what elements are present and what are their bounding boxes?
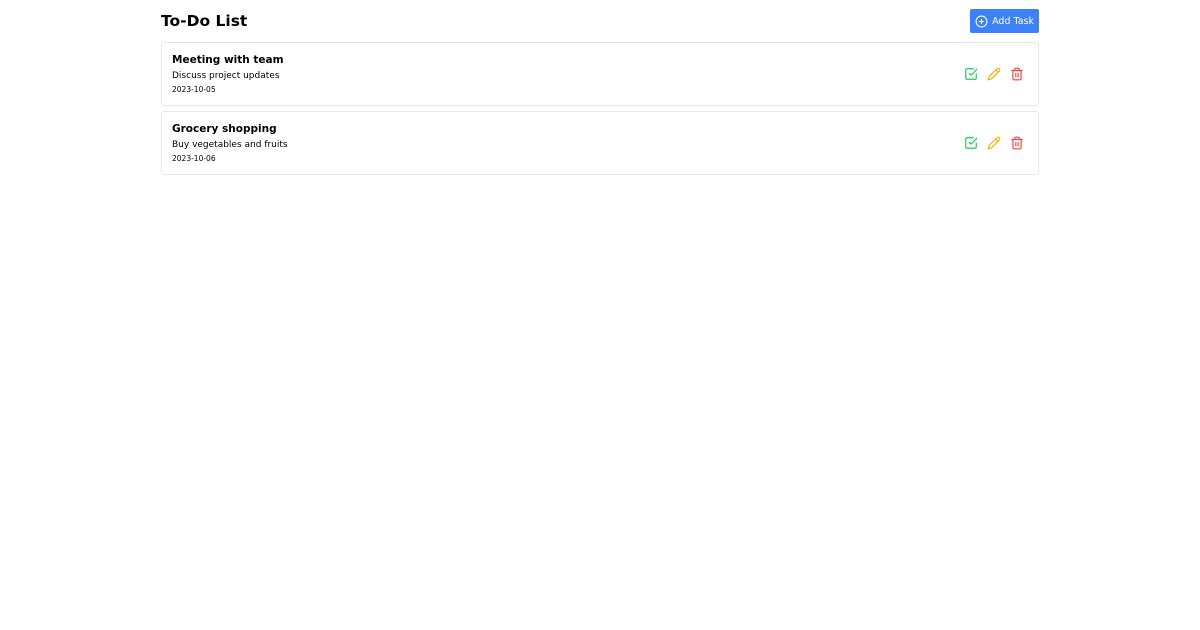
edit-task-button[interactable]: [987, 136, 1001, 150]
trash-icon: [1010, 136, 1024, 150]
pencil-icon: [987, 136, 1001, 150]
task-list: Meeting with team Discuss project update…: [161, 42, 1039, 175]
task-item: Grocery shopping Buy vegetables and frui…: [161, 111, 1039, 175]
add-task-label: Add Task: [992, 15, 1034, 27]
complete-task-button[interactable]: [964, 136, 978, 150]
edit-task-button[interactable]: [987, 67, 1001, 81]
page-title: To-Do List: [161, 12, 248, 30]
task-title: Grocery shopping: [172, 123, 277, 135]
todo-app: To-Do List Add Task Meeting with team Di…: [161, 9, 1039, 175]
task-date: 2023-10-05: [172, 85, 216, 94]
check-square-icon: [964, 67, 978, 81]
plus-circle-icon: [975, 15, 988, 28]
pencil-icon: [987, 67, 1001, 81]
task-description: Buy vegetables and fruits: [172, 140, 288, 150]
task-actions: [964, 136, 1024, 150]
delete-task-button[interactable]: [1010, 67, 1024, 81]
delete-task-button[interactable]: [1010, 136, 1024, 150]
task-actions: [964, 67, 1024, 81]
check-square-icon: [964, 136, 978, 150]
task-item: Meeting with team Discuss project update…: [161, 42, 1039, 106]
task-description: Discuss project updates: [172, 71, 280, 81]
header: To-Do List Add Task: [161, 9, 1039, 33]
add-task-button[interactable]: Add Task: [970, 9, 1039, 33]
task-title: Meeting with team: [172, 54, 284, 66]
task-date: 2023-10-06: [172, 154, 216, 163]
trash-icon: [1010, 67, 1024, 81]
complete-task-button[interactable]: [964, 67, 978, 81]
